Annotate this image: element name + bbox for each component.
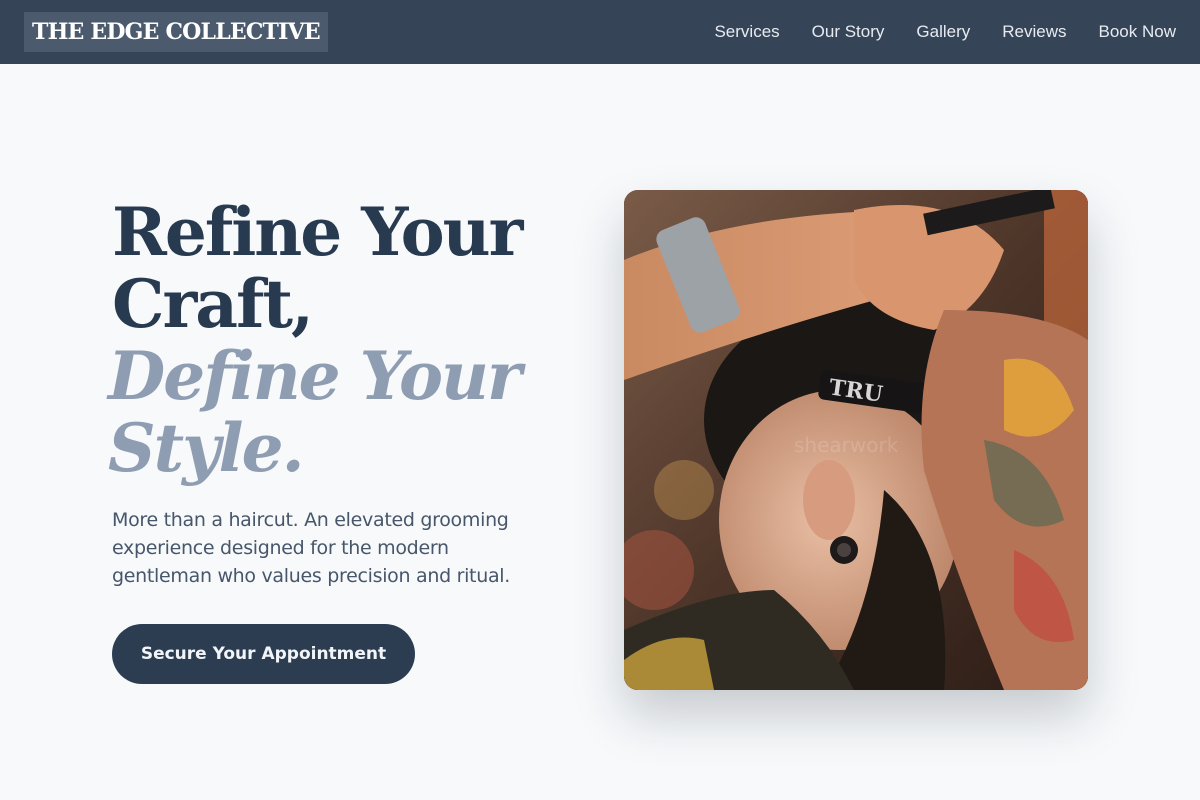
- headline-line-1: Refine Your: [112, 193, 523, 271]
- nav-link-book-now[interactable]: Book Now: [1099, 22, 1176, 42]
- brand-logo[interactable]: THE EDGE COLLECTIVE: [24, 12, 328, 52]
- main-nav: Services Our Story Gallery Reviews Book …: [714, 22, 1176, 42]
- headline-line-4: Style.: [108, 409, 305, 487]
- headline-line-2: Craft,: [112, 265, 314, 343]
- hero-description: More than a haircut. An elevated groomin…: [112, 509, 511, 587]
- book-appointment-button[interactable]: Secure Your Appointment: [112, 624, 415, 684]
- nav-link-services[interactable]: Services: [714, 22, 779, 42]
- hero-section: Refine Your Craft, Define Your Style. Mo…: [108, 193, 572, 684]
- photo-watermark: shearwork: [794, 433, 899, 457]
- nav-link-our-story[interactable]: Our Story: [812, 22, 885, 42]
- nav-link-gallery[interactable]: Gallery: [916, 22, 970, 42]
- headline-line-3: Define Your: [108, 337, 522, 415]
- hero-photo: TRU shearwork: [624, 190, 1088, 690]
- nav-link-reviews[interactable]: Reviews: [1002, 22, 1066, 42]
- site-header: THE EDGE COLLECTIVE Services Our Story G…: [0, 0, 1200, 64]
- hero-headline: Refine Your Craft, Define Your Style.: [108, 193, 572, 484]
- barber-photo-illustration: TRU shearwork: [624, 190, 1088, 690]
